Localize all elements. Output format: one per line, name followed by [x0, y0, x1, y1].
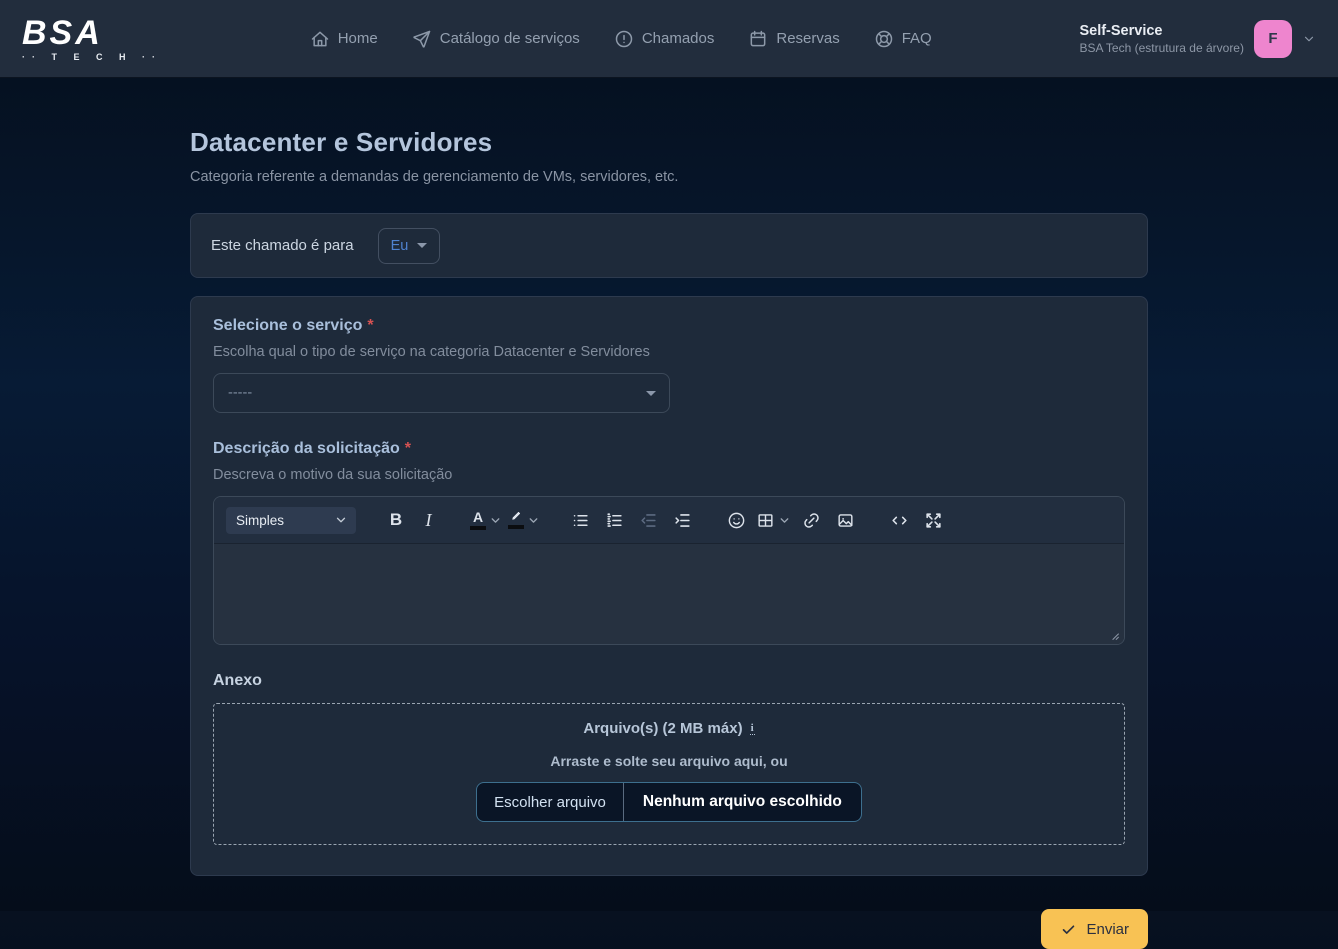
bold-icon[interactable]: B: [382, 505, 410, 535]
numbered-list-icon[interactable]: [600, 505, 628, 535]
service-select-value: -----: [228, 385, 252, 401]
choose-file-button[interactable]: Escolher arquivo: [477, 783, 624, 821]
emoji-icon[interactable]: [722, 505, 750, 535]
files-caption-text: Arquivo(s) (2 MB máx): [583, 720, 742, 737]
submit-button-label: Enviar: [1086, 921, 1129, 938]
editor-toolbar: Simples B I A: [214, 497, 1124, 544]
page-title: Datacenter e Servidores: [190, 127, 1148, 158]
paragraph-style-select[interactable]: Simples: [226, 507, 356, 534]
check-icon: [1060, 921, 1077, 938]
nav-item-home[interactable]: Home: [310, 29, 378, 49]
insert-group: [722, 505, 859, 535]
user-profile-name: Self-Service: [1079, 23, 1244, 39]
chevron-down-icon: [778, 514, 791, 527]
drop-caption: Arraste e solte seu arquivo aqui, ou: [224, 753, 1114, 769]
description-field-hint: Descreva o motivo da sua solicitação: [213, 467, 1125, 483]
code-icon[interactable]: [885, 505, 913, 535]
requester-label: Este chamado é para: [211, 237, 354, 254]
caret-down-icon: [646, 391, 656, 396]
text-color-icon[interactable]: A: [470, 505, 502, 535]
nav-label: FAQ: [902, 30, 932, 47]
file-dropzone[interactable]: Arquivo(s) (2 MB máx) i Arraste e solte …: [213, 703, 1125, 845]
user-entity: BSA Tech (estrutura de árvore): [1079, 41, 1244, 55]
bullet-list-icon[interactable]: [566, 505, 594, 535]
rich-text-editor: Simples B I A: [213, 496, 1125, 645]
nav-label: Reservas: [776, 30, 839, 47]
logo-primary-text: BSA: [22, 16, 162, 50]
caret-down-icon: [417, 243, 427, 248]
requester-selected-value: Eu: [391, 238, 409, 254]
italic-icon[interactable]: I: [416, 505, 444, 535]
service-field-label: Selecione o serviço: [213, 317, 362, 334]
user-texts: Self-Service BSA Tech (estrutura de árvo…: [1079, 23, 1244, 55]
files-caption: Arquivo(s) (2 MB máx) i: [583, 720, 754, 737]
page-subtitle: Categoria referente a demandas de gerenc…: [190, 169, 1148, 185]
nav-item-chamados[interactable]: Chamados: [614, 29, 715, 49]
description-field: Descrição da solicitação * Descreva o mot…: [213, 440, 1125, 645]
attachment-field: Anexo Arquivo(s) (2 MB máx) i Arraste e …: [213, 672, 1125, 845]
indent-icon[interactable]: [668, 505, 696, 535]
nav-label: Chamados: [642, 30, 715, 47]
resize-handle-icon[interactable]: [1107, 628, 1120, 641]
nav-label: Catálogo de serviços: [440, 30, 580, 47]
chevron-down-icon: [334, 513, 348, 527]
home-icon: [310, 29, 330, 49]
paragraph-style-value: Simples: [236, 513, 284, 528]
requester-card: Este chamado é para Eu: [190, 213, 1148, 278]
avatar[interactable]: F: [1254, 20, 1292, 58]
chevron-down-icon: [489, 514, 502, 527]
editor-content-area[interactable]: [214, 544, 1124, 644]
outdent-icon: [634, 505, 662, 535]
ticket-form-card: Selecione o serviço * Escolha qual o tipo…: [190, 296, 1148, 876]
tools-group: [885, 505, 947, 535]
chevron-down-icon[interactable]: [1302, 32, 1316, 46]
nav-label: Home: [338, 30, 378, 47]
format-group: B I: [382, 505, 444, 535]
send-icon: [412, 29, 432, 49]
highlight-color-icon[interactable]: [508, 505, 540, 535]
nav-item-catalogo[interactable]: Catálogo de serviços: [412, 29, 580, 49]
bsa-tech-logo[interactable]: BSA ·· T E C H ··: [22, 16, 162, 62]
required-asterisk: *: [405, 440, 411, 457]
service-field: Selecione o serviço * Escolha qual o tipo…: [213, 317, 1125, 413]
page-content: Datacenter e Servidores Categoria refere…: [190, 78, 1148, 949]
attachment-label: Anexo: [213, 672, 1125, 690]
alert-circle-icon: [614, 29, 634, 49]
fullscreen-icon[interactable]: [919, 505, 947, 535]
calendar-icon: [748, 29, 768, 49]
lifebuoy-icon: [874, 29, 894, 49]
submit-row: Enviar: [190, 909, 1148, 949]
image-icon[interactable]: [831, 505, 859, 535]
info-icon[interactable]: i: [750, 722, 755, 735]
top-navbar: BSA ·· T E C H ·· Home Catálogo de servi…: [0, 0, 1338, 78]
user-menu[interactable]: Self-Service BSA Tech (estrutura de árvo…: [1079, 20, 1316, 58]
link-icon[interactable]: [797, 505, 825, 535]
service-select[interactable]: -----: [213, 373, 670, 413]
chevron-down-icon: [527, 514, 540, 527]
service-field-hint: Escolha qual o tipo de serviço na catego…: [213, 344, 1125, 360]
table-icon[interactable]: [756, 505, 791, 535]
logo-secondary-text: ·· T E C H ··: [22, 53, 162, 62]
description-field-label: Descrição da solicitação: [213, 440, 400, 457]
color-group: A: [470, 505, 540, 535]
requester-select[interactable]: Eu: [378, 228, 441, 264]
required-asterisk: *: [367, 317, 373, 334]
list-group: [566, 505, 696, 535]
file-status-text: Nenhum arquivo escolhido: [624, 783, 861, 821]
submit-button[interactable]: Enviar: [1041, 909, 1148, 949]
file-input[interactable]: Escolher arquivo Nenhum arquivo escolhid…: [476, 782, 862, 822]
nav-item-reservas[interactable]: Reservas: [748, 29, 839, 49]
nav-item-faq[interactable]: FAQ: [874, 29, 932, 49]
main-nav: Home Catálogo de serviços Chamados Reser…: [310, 29, 932, 49]
